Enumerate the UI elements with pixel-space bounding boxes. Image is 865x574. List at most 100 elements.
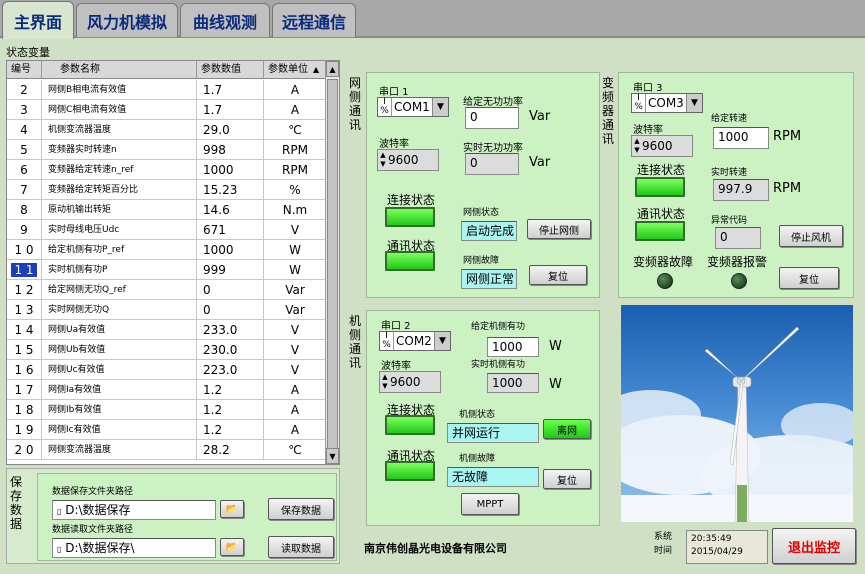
save-data-button[interactable]: 保存数据	[268, 498, 334, 520]
machine-baud-label: 波特率	[381, 361, 411, 372]
row-param-name: 实时机侧有功P	[42, 260, 197, 280]
wind-turbine-icon	[621, 305, 853, 522]
row-param-unit: Var	[264, 300, 327, 320]
table-row[interactable]: 1 3 实时网侧无功Q 0 Var	[7, 300, 327, 320]
row-param-name: 网侧Ib有效值	[42, 400, 197, 420]
machine-port-select[interactable]: I% COM2 ▼	[379, 331, 451, 351]
grid-baud-input[interactable]: ▲ ▼ 9600	[377, 149, 439, 171]
vfd-comm-title: 变频器通讯	[601, 76, 614, 146]
vfd-baud-input[interactable]: ▲ ▼ 9600	[631, 135, 693, 157]
row-param-name: 网侧C相电流有效值	[42, 100, 197, 120]
table-row[interactable]: 9 实时母线电压Udc 671 V	[7, 220, 327, 240]
row-param-unit: Var	[264, 280, 327, 300]
table-row[interactable]: 2 0 网侧变流器温度 28.2 ℃	[7, 440, 327, 460]
table-row[interactable]: 1 6 网侧Uc有效值 223.0 V	[7, 360, 327, 380]
save-path-label: 数据保存文件夹路径	[52, 487, 134, 497]
row-param-value: 1000	[197, 160, 264, 180]
machine-reset-button[interactable]: 复位	[543, 469, 591, 489]
table-row[interactable]: 1 4 网侧Ua有效值 233.0 V	[7, 320, 327, 340]
row-param-unit: V	[264, 320, 327, 340]
read-path-input[interactable]: ▯ D:\数据保存\	[52, 538, 216, 558]
row-index: 5	[7, 140, 42, 160]
spin-arrows-icon[interactable]: ▲ ▼	[632, 137, 642, 155]
row-param-unit: W	[264, 240, 327, 260]
mppt-button[interactable]: MPPT	[461, 493, 519, 515]
state-table[interactable]: 编号 参数名称 参数数值 参数单位 ▲ 2 网侧B相电流有效值 1.7 A 3 网侧C相电…	[6, 60, 340, 465]
chevron-down-icon[interactable]: ▼	[432, 98, 448, 116]
tab-wind-sim[interactable]: 风力机模拟	[76, 3, 178, 37]
vfd-port-select[interactable]: I% COM3 ▼	[631, 93, 703, 113]
grid-port-select[interactable]: I% COM1 ▼	[377, 97, 449, 117]
table-row[interactable]: 1 1 实时机侧有功P 999 W	[7, 260, 327, 280]
row-param-name: 变频器给定转速n_ref	[42, 160, 197, 180]
spin-arrows-icon[interactable]: ▲ ▼	[380, 373, 390, 391]
th-name: 参数名称	[42, 61, 197, 79]
chevron-down-icon[interactable]: ▼	[434, 332, 450, 350]
row-param-name: 变频器实时转速n	[42, 140, 197, 160]
row-param-value: 1.2	[197, 400, 264, 420]
row-index: 1 0	[7, 240, 42, 260]
vfd-speed-act-value: 997.9	[713, 179, 769, 201]
table-scrollbar[interactable]: ▲ ▼	[325, 61, 339, 464]
table-row[interactable]: 1 7 网侧Ia有效值 1.2 A	[7, 380, 327, 400]
machine-pset-label: 给定机侧有功	[471, 322, 526, 332]
row-param-name: 网侧B相电流有效值	[42, 80, 197, 100]
row-param-value: 15.23	[197, 180, 264, 200]
vfd-speed-set-input[interactable]: 1000	[713, 127, 769, 149]
browse-save-button[interactable]: 📂	[220, 500, 244, 518]
folder-icon: 📂	[225, 503, 239, 515]
tab-curves[interactable]: 曲线观测	[180, 3, 270, 37]
table-row[interactable]: 7 变频器给定转矩百分比 15.23%	[7, 180, 327, 200]
machine-port-value: COM2	[396, 334, 432, 348]
path-icon: ▯	[57, 545, 62, 554]
machine-pset-unit: W	[549, 339, 562, 354]
row-param-unit: RPM	[264, 160, 327, 180]
machine-baud-input[interactable]: ▲ ▼ 9600	[379, 371, 441, 393]
row-index: 2 0	[7, 440, 42, 460]
grid-port-value: COM1	[394, 100, 430, 114]
row-param-unit: N.m	[264, 200, 327, 220]
table-row[interactable]: 5 变频器实时转速n 998 RPM	[7, 140, 327, 160]
table-row[interactable]: 1 9 网侧Ic有效值 1.2 A	[7, 420, 327, 440]
machine-pset-input[interactable]: 1000	[487, 337, 539, 357]
scroll-down-icon[interactable]: ▼	[326, 448, 339, 464]
row-param-value: 233.0	[197, 320, 264, 340]
tab-remote[interactable]: 远程通信	[272, 3, 356, 37]
row-param-unit: A	[264, 400, 327, 420]
row-index: 1 3	[7, 300, 42, 320]
row-param-name: 机侧变流器温度	[42, 120, 197, 140]
row-param-name: 实时母线电压Udc	[42, 220, 197, 240]
table-row[interactable]: 6 变频器给定转速n_ref 1000 RPM	[7, 160, 327, 180]
browse-read-button[interactable]: 📂	[220, 538, 244, 556]
spin-arrows-icon[interactable]: ▲ ▼	[378, 151, 388, 169]
scroll-thumb[interactable]	[327, 79, 338, 449]
grid-qset-input[interactable]: 0	[465, 107, 519, 129]
row-param-value: 1000	[197, 240, 264, 260]
table-row[interactable]: 1 5 网侧Ub有效值 230.0 V	[7, 340, 327, 360]
stop-grid-button[interactable]: 停止网侧	[527, 219, 591, 239]
table-row[interactable]: 2 网侧B相电流有效值 1.7 A	[7, 80, 327, 100]
row-index: 6	[7, 160, 42, 180]
read-data-button[interactable]: 读取数据	[268, 536, 334, 558]
table-row[interactable]: 1 8 网侧Ib有效值 1.2 A	[7, 400, 327, 420]
table-row[interactable]: 1 0 给定机侧有功P_ref 1000 W	[7, 240, 327, 260]
machine-baud-value: 9600	[390, 375, 421, 389]
grid-comm-led	[385, 251, 435, 271]
grid-fault-value: 网侧正常	[461, 269, 517, 289]
stop-fan-button[interactable]: 停止风机	[779, 225, 843, 247]
grid-reset-button[interactable]: 复位	[529, 265, 587, 285]
save-path-input[interactable]: ▯ D:\数据保存	[52, 500, 216, 520]
row-param-name: 网侧Ub有效值	[42, 340, 197, 360]
offgrid-button[interactable]: 离网	[543, 419, 591, 439]
scroll-up-icon[interactable]: ▲	[326, 61, 339, 77]
tab-main[interactable]: 主界面	[2, 1, 74, 39]
exit-monitor-button[interactable]: 退出监控	[772, 528, 856, 564]
save-panel: 保存数据 数据保存文件夹路径 ▯ D:\数据保存 📂 数据读取文件夹路径 ▯ D…	[6, 468, 340, 564]
th-value: 参数数值	[197, 61, 264, 79]
table-row[interactable]: 4 机侧变流器温度 29.0 ℃	[7, 120, 327, 140]
table-row[interactable]: 3 网侧C相电流有效值 1.7 A	[7, 100, 327, 120]
chevron-down-icon[interactable]: ▼	[686, 94, 702, 112]
vfd-reset-button[interactable]: 复位	[779, 267, 839, 289]
table-row[interactable]: 1 2 给定网侧无功Q_ref 0 Var	[7, 280, 327, 300]
table-row[interactable]: 8 原动机输出转矩 14.6 N.m	[7, 200, 327, 220]
